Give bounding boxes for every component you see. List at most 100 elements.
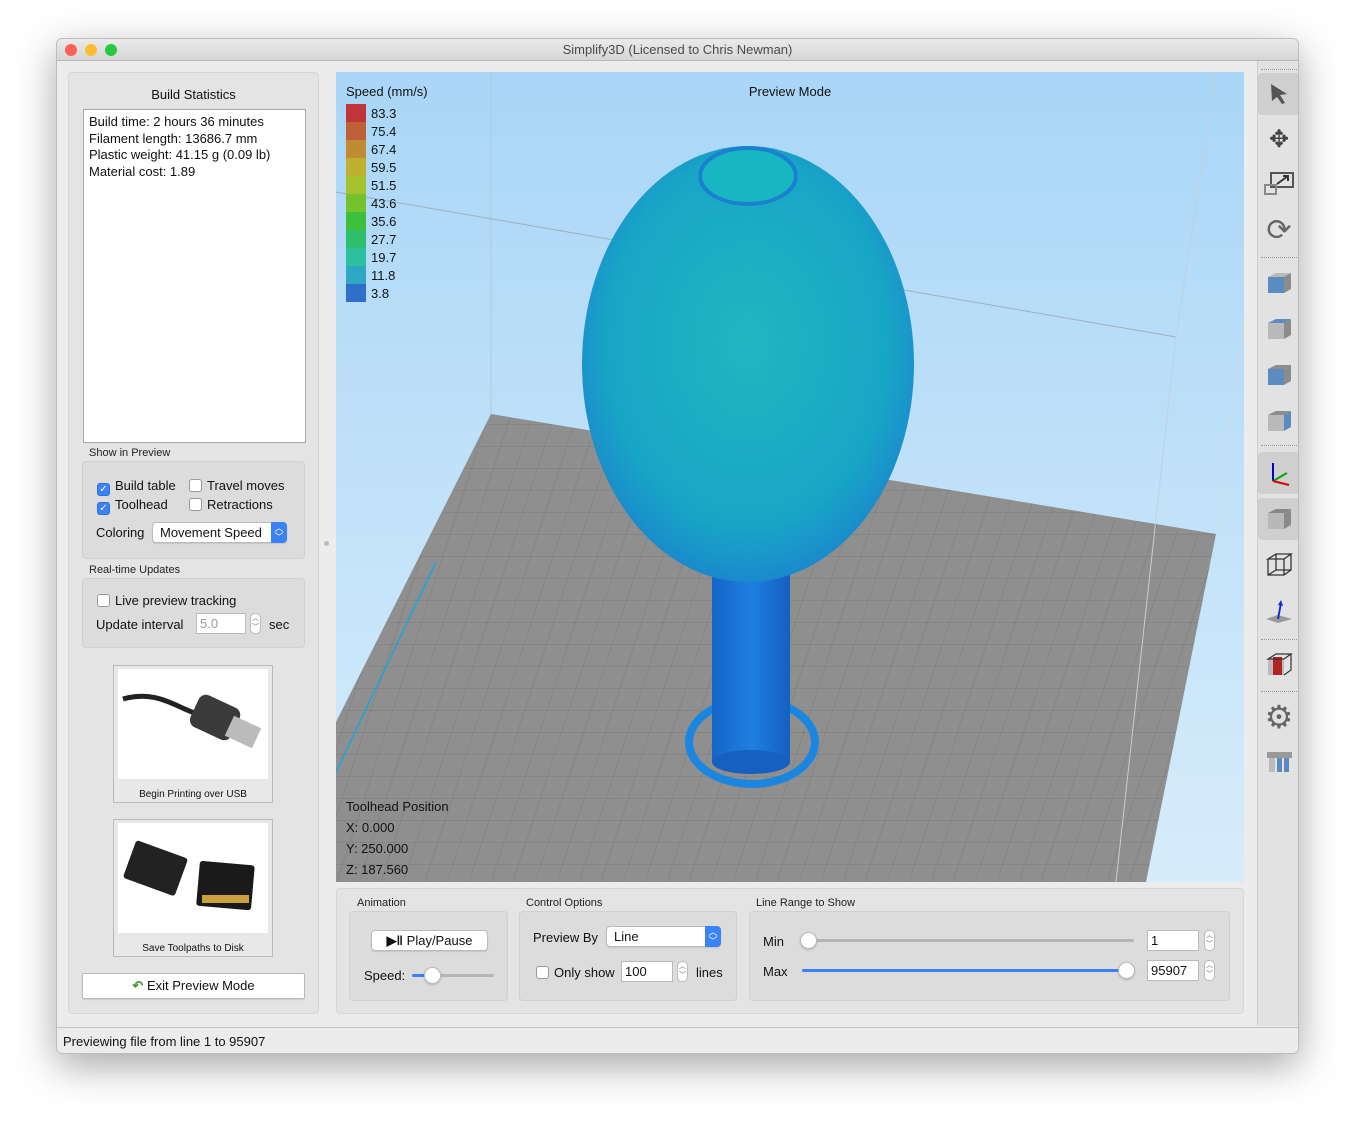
- close-button[interactable]: [65, 44, 77, 56]
- coloring-select[interactable]: Movement Speed ︿ ﹀: [152, 522, 287, 543]
- legend-value: 83.3: [371, 105, 397, 121]
- max-slider-knob[interactable]: [1118, 962, 1135, 979]
- play-pause-button[interactable]: ▶‖ Play/Pause: [371, 930, 488, 951]
- min-slider[interactable]: [802, 939, 1134, 942]
- stat-material-cost: Material cost: 1.89: [89, 163, 196, 179]
- splitter-handle[interactable]: [324, 541, 329, 546]
- only-show-stepper[interactable]: ︿ ﹀: [677, 961, 688, 982]
- sd-card-icon: [118, 823, 268, 933]
- view-right-button[interactable]: [1258, 400, 1298, 442]
- preview-mode-label: Preview Mode: [748, 84, 832, 99]
- title-bar: Simplify3D (Licensed to Chris Newman): [57, 39, 1298, 61]
- min-stepper[interactable]: ︿ ﹀: [1204, 930, 1215, 951]
- cross-section-icon: [1265, 653, 1293, 676]
- min-slider-knob[interactable]: [800, 932, 817, 949]
- max-input[interactable]: 95907: [1147, 960, 1199, 981]
- right-toolbar: ✥ ⟳ ⚙: [1257, 61, 1298, 1026]
- toolhead-label: Toolhead: [115, 497, 168, 512]
- supports-button[interactable]: [1258, 741, 1298, 783]
- toolhead-checkbox[interactable]: ✓ Toolhead: [97, 497, 168, 515]
- only-show-label: Only show: [554, 965, 615, 980]
- legend-item: 3.8: [346, 284, 389, 302]
- select-tool-button[interactable]: [1258, 73, 1298, 115]
- save-toolpaths-button[interactable]: Save Toolpaths to Disk: [113, 819, 273, 957]
- legend-swatch: [346, 248, 366, 266]
- preview-by-select[interactable]: Line ︿ ﹀: [606, 926, 721, 947]
- only-show-checkbox[interactable]: Only show: [536, 965, 615, 980]
- realtime-group: Live preview tracking Update interval 5.…: [82, 578, 305, 648]
- build-statistics-title: Build Statistics: [151, 87, 236, 102]
- play-pause-label: Play/Pause: [406, 933, 473, 948]
- legend-item: 35.6: [346, 212, 396, 230]
- legend-swatch: [346, 176, 366, 194]
- legend-value: 75.4: [371, 123, 397, 139]
- zoom-button[interactable]: [105, 44, 117, 56]
- view-top-button[interactable]: [1258, 308, 1298, 350]
- model-egg: [582, 146, 914, 582]
- view-cube-icon: [1268, 411, 1291, 431]
- bottom-controls: Animation ▶‖ Play/Pause Speed: Control O…: [336, 888, 1244, 1014]
- cross-section-button[interactable]: [1258, 644, 1298, 686]
- stat-filament-length: Filament length: 13686.7 mm: [89, 130, 258, 146]
- 3d-viewport[interactable]: Preview Mode Speed (mm/s) 83.3 75.4 67.4 59…: [336, 72, 1244, 882]
- legend-item: 19.7: [346, 248, 396, 266]
- legend-swatch: [346, 140, 366, 158]
- left-panel: Build Statistics Build time: 2 hours 36 …: [68, 72, 319, 1014]
- toolhead-z: Z: 187.560: [346, 862, 409, 877]
- speed-slider-knob[interactable]: [424, 967, 441, 984]
- only-show-input[interactable]: 100: [621, 961, 673, 982]
- exit-preview-mode-button[interactable]: ↶ Exit Preview Mode: [82, 973, 305, 999]
- live-tracking-checkbox[interactable]: Live preview tracking: [97, 593, 236, 608]
- max-slider[interactable]: [802, 969, 1130, 972]
- live-tracking-label: Live preview tracking: [115, 593, 237, 608]
- preview-by-value: Line: [614, 929, 639, 944]
- view-iso-button[interactable]: [1258, 262, 1298, 304]
- legend-item: 59.5: [346, 158, 396, 176]
- lines-label: lines: [696, 965, 723, 980]
- back-arrow-icon: ↶: [132, 978, 144, 993]
- coloring-label: Coloring: [96, 525, 145, 540]
- toolhead-view-button[interactable]: [1258, 590, 1298, 632]
- max-label: Max: [763, 964, 788, 979]
- travel-moves-label: Travel moves: [207, 478, 285, 493]
- zoom-fit-button[interactable]: [1258, 163, 1298, 205]
- build-table-checkbox[interactable]: ✓ Build table: [97, 478, 176, 496]
- legend-value: 59.5: [371, 159, 397, 175]
- settings-button[interactable]: ⚙: [1258, 696, 1298, 738]
- update-interval-stepper[interactable]: ︿ ﹀: [250, 613, 261, 634]
- usb-cable-icon: [118, 669, 268, 779]
- legend-item: 67.4: [346, 140, 396, 158]
- pan-button[interactable]: ✥: [1258, 118, 1298, 160]
- solid-cube-icon: [1268, 509, 1291, 529]
- view-cube-icon: [1268, 319, 1291, 339]
- view-front-button[interactable]: [1258, 354, 1298, 396]
- update-interval-input[interactable]: 5.0: [196, 613, 246, 634]
- line-range-label: Line Range to Show: [756, 897, 856, 909]
- solid-view-button[interactable]: [1258, 498, 1298, 540]
- legend-swatch: [346, 122, 366, 140]
- toolhead-x: X: 0.000: [346, 820, 395, 835]
- travel-moves-checkbox[interactable]: Travel moves: [189, 478, 285, 493]
- rotate-icon: ⟳: [1266, 213, 1292, 247]
- cursor-arrow-icon: [1271, 84, 1287, 104]
- play-pause-icon: ▶‖: [386, 933, 404, 948]
- build-table-label: Build table: [115, 478, 176, 493]
- view-cube-icon: [1268, 365, 1291, 385]
- coloring-value: Movement Speed: [160, 525, 262, 540]
- line-range-group: Min 1 ︿ ﹀ Max 95907 ︿ ﹀: [749, 911, 1230, 1001]
- legend-value: 67.4: [371, 141, 397, 157]
- control-options-label: Control Options: [526, 897, 603, 909]
- minimize-button[interactable]: [85, 44, 97, 56]
- max-stepper[interactable]: ︿ ﹀: [1204, 960, 1215, 981]
- rotate-button[interactable]: ⟳: [1258, 209, 1298, 251]
- disk-tile-label: Save Toolpaths to Disk: [142, 943, 244, 954]
- begin-printing-usb-button[interactable]: Begin Printing over USB: [113, 665, 273, 803]
- select-arrows-icon: ︿ ﹀: [271, 522, 287, 543]
- supports-icon: [1267, 752, 1292, 772]
- wireframe-view-button[interactable]: [1258, 544, 1298, 586]
- toolhead-position-title: Toolhead Position: [346, 799, 449, 814]
- interval-unit: sec: [269, 617, 290, 632]
- axes-toggle-button[interactable]: [1258, 452, 1298, 494]
- retractions-checkbox[interactable]: Retractions: [189, 497, 273, 512]
- min-input[interactable]: 1: [1147, 930, 1199, 951]
